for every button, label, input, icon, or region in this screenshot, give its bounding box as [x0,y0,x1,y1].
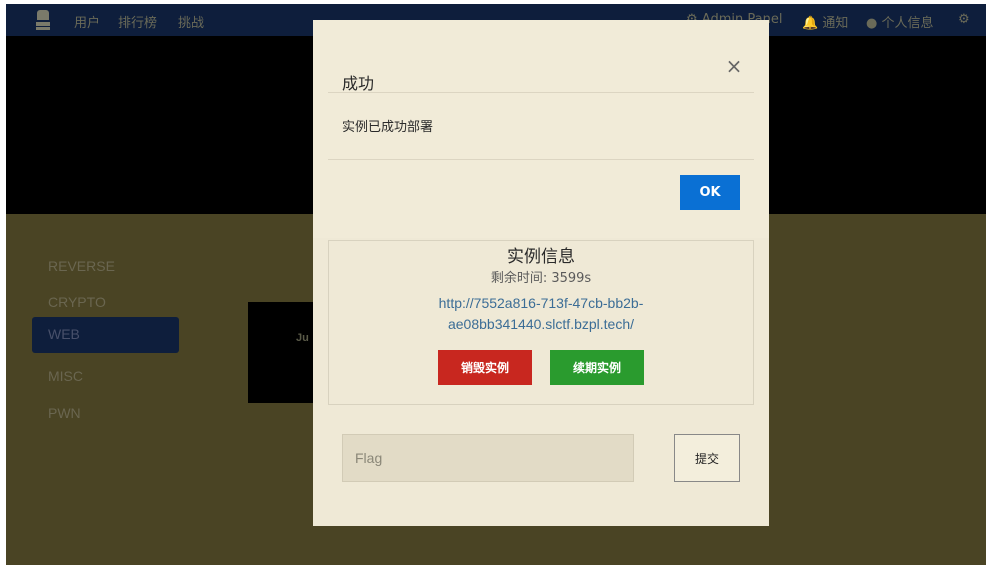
challenge-card[interactable]: Ju [248,302,318,403]
nav-link-notifications-label: 通知 [822,16,849,31]
nav-link-scoreboard[interactable]: 排行榜 [118,12,157,31]
nav-link-notifications[interactable]: 🔔 通知 [802,12,848,31]
success-dialog: 成功 × 实例已成功部署 OK [313,20,769,238]
divider [328,159,754,160]
instance-url-line2: ae08bb341440.slctf.bzpl.tech/ [447,316,635,332]
category-crypto[interactable]: CRYPTO [32,285,179,321]
bell-icon: 🔔 [802,16,819,31]
renew-instance-button[interactable]: 续期实例 [550,350,644,385]
instance-url-line1: http://7552a816-713f-47cb-bb2b- [438,295,644,311]
challenge-card-title: Ju [296,332,309,344]
settings-icon[interactable]: ⚙ [958,12,970,27]
ok-button[interactable]: OK [680,175,740,210]
logo-icon[interactable] [36,10,50,30]
remaining-time: 剩余时间: 3599s [490,271,592,286]
user-icon: ● [866,16,878,31]
dialog-message: 实例已成功部署 [342,120,434,135]
nav-link-users[interactable]: 用户 [74,12,100,31]
instance-url-link[interactable]: http://7552a816-713f-47cb-bb2b- ae08bb34… [373,293,709,335]
divider [328,92,754,93]
category-misc[interactable]: MISC [32,359,179,395]
nav-link-profile-label: 个人信息 [881,16,934,31]
category-web[interactable]: WEB [32,317,179,353]
submit-flag-button[interactable]: 提交 [674,434,740,482]
close-icon[interactable]: × [724,56,744,76]
app-frame: 用户 排行榜 挑战 ⚙ Admin Panel 🔔 通知 ● 个人信息 ⚙ RE… [6,4,986,565]
destroy-instance-button[interactable]: 销毁实例 [438,350,532,385]
dialog-title: 成功 [342,74,375,93]
flag-input[interactable] [342,434,634,482]
instance-info-title: 实例信息 [507,247,575,267]
category-pwn[interactable]: PWN [32,396,179,432]
nav-link-profile[interactable]: ● 个人信息 [866,12,934,31]
category-reverse[interactable]: REVERSE [32,249,179,285]
nav-link-challenges[interactable]: 挑战 [178,12,204,31]
